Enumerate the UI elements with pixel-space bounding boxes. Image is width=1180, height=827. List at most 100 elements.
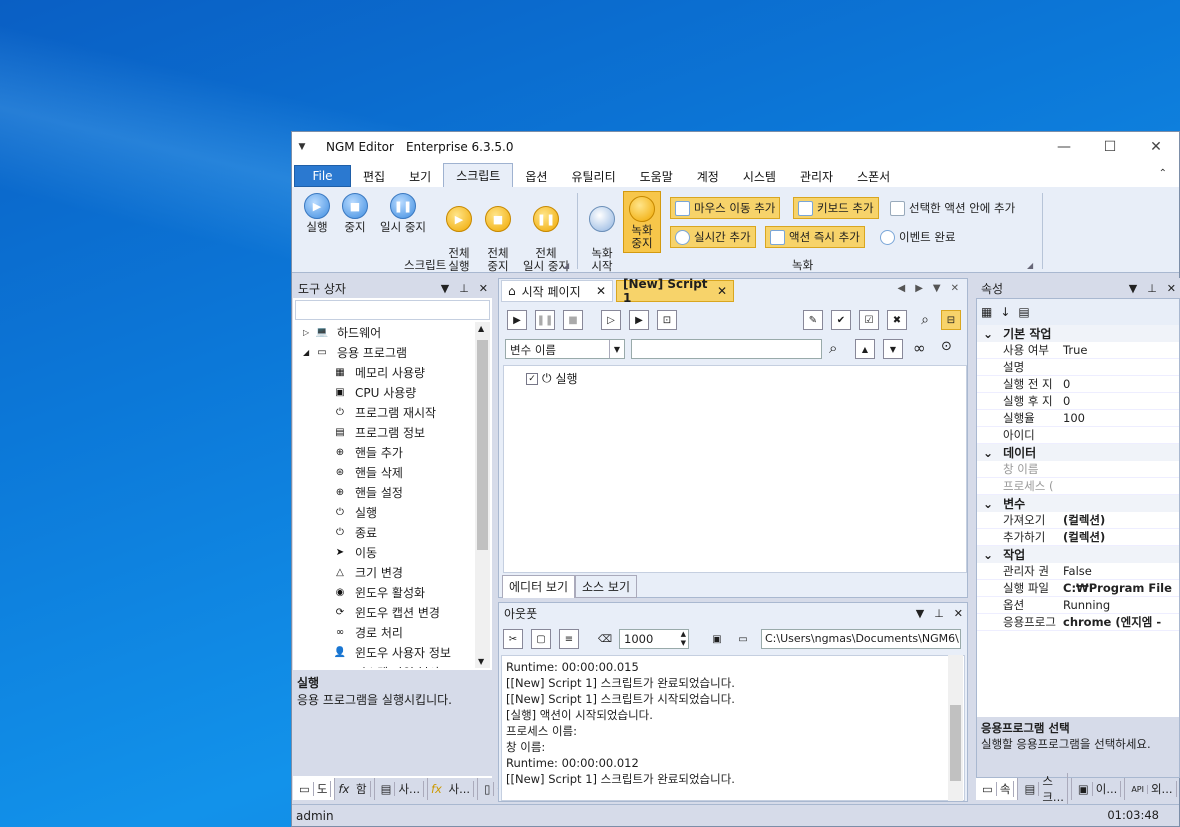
step-into-icon[interactable]: ▶ [629, 310, 649, 330]
collapse-ribbon-icon[interactable]: ⌃ [1159, 168, 1167, 179]
tree-item[interactable]: ⏻ 실행 [293, 502, 471, 522]
property-value[interactable]: C:₩Program File [1059, 581, 1179, 595]
tree-item[interactable]: 👤 윈도우 사용자 정보 [293, 642, 471, 662]
property-row[interactable]: 창 이름 [977, 461, 1179, 478]
arrow-down-icon[interactable]: ▼ [883, 339, 903, 359]
chart-icon[interactable]: ✎ [803, 310, 823, 330]
tab-image[interactable]: ▣ 이... [1072, 778, 1126, 800]
event-done-button[interactable]: 이벤트 완료 [876, 226, 960, 248]
run-all-button[interactable]: ▶ 전체 실행 [442, 193, 476, 286]
tree-item[interactable]: ⊕ 핸들 추가 [293, 442, 471, 462]
property-row[interactable]: 설명 [977, 359, 1179, 376]
property-row[interactable]: 실행 후 지 0 [977, 393, 1179, 410]
save-icon[interactable]: ▣ [707, 629, 727, 649]
script-canvas[interactable]: ✓ ⏻ 실행 [503, 365, 967, 573]
tab-editor-view[interactable]: 에디터 보기 [502, 575, 576, 598]
menu-file[interactable]: File [294, 165, 351, 187]
dropdown-icon[interactable]: ▼ [916, 607, 924, 620]
close-icon[interactable]: ✕ [951, 283, 959, 294]
property-row[interactable]: 응용프로그 chrome (엔지엠 - [977, 614, 1179, 631]
close-icon[interactable]: ✕ [954, 607, 963, 620]
tab-source-view[interactable]: 소스 보기 [575, 575, 637, 598]
close-button[interactable]: ✕ [1133, 132, 1179, 162]
add-mouse-move-button[interactable]: 마우스 이동 추가 [670, 197, 781, 219]
menu-utility[interactable]: 유틸리티 [559, 165, 627, 187]
property-row[interactable]: 가져오기 (컬렉션) [977, 512, 1179, 529]
step-play-icon[interactable]: ▷ [601, 310, 621, 330]
property-value[interactable]: True [1059, 343, 1179, 357]
menu-sponsor[interactable]: 스폰서 [845, 165, 902, 187]
property-value[interactable]: chrome (엔지엠 - [1059, 614, 1179, 630]
chevron-down-icon[interactable]: ⌄ [983, 327, 993, 341]
play-icon[interactable]: ▶ [507, 310, 527, 330]
stop-icon[interactable]: ■ [563, 310, 583, 330]
property-row[interactable]: 옵션 Running [977, 597, 1179, 614]
tree-item[interactable]: ⊛ 핸들 삭제 [293, 462, 471, 482]
tree-item[interactable]: ◢ ▭ 응용 프로그램 [293, 342, 471, 362]
close-tab-icon[interactable]: ✕ [717, 284, 727, 298]
variable-name-select[interactable]: 변수 이름 ▼ [505, 339, 625, 359]
scroll-down-icon[interactable]: ▼ [478, 657, 484, 666]
tree-item[interactable]: ▷ 💻 하드웨어 [293, 322, 471, 342]
scroll-up-icon[interactable]: ▲ [478, 324, 484, 333]
tab-user-1[interactable]: ▤ 사... [375, 778, 428, 800]
line-limit-stepper[interactable]: 1000 ▲ ▼ [619, 629, 689, 649]
pin-icon[interactable]: ⊥ [459, 282, 469, 295]
property-row[interactable]: 추가하기 (컬렉션) [977, 529, 1179, 546]
output-scrollbar[interactable] [948, 655, 963, 801]
tree-item[interactable]: △ 크기 변경 [293, 562, 471, 582]
tab-functions[interactable]: fx 함 [335, 778, 375, 800]
property-row[interactable]: 아이디 [977, 427, 1179, 444]
toolbox-search-input[interactable] [295, 300, 490, 320]
pause-icon[interactable]: ❚❚ [535, 310, 555, 330]
toolbox-scrollbar[interactable]: ▲ ▼ [475, 322, 490, 668]
variable-filter-input[interactable] [631, 339, 822, 359]
new-file-icon[interactable]: ▢ [531, 629, 551, 649]
search-icon[interactable]: ⌕ [915, 310, 935, 330]
tab-properties[interactable]: ▭ 속 [976, 778, 1019, 800]
property-row[interactable]: 사용 여부 True [977, 342, 1179, 359]
property-value[interactable]: (컬렉션) [1059, 512, 1179, 528]
pin-icon[interactable]: ⊥ [934, 607, 944, 620]
property-row[interactable]: 실행 파일 C:₩Program File [977, 580, 1179, 597]
tab-external[interactable]: API 외... [1125, 778, 1180, 800]
tree-item[interactable]: ▣ CPU 사용량 [293, 382, 471, 402]
maximize-button[interactable]: ☐ [1087, 132, 1133, 162]
dropdown-icon[interactable]: ▼ [1129, 282, 1137, 295]
menu-help[interactable]: 도움말 [628, 165, 685, 187]
property-value[interactable]: False [1059, 564, 1179, 578]
property-value[interactable]: 100 [1059, 411, 1179, 425]
property-row[interactable]: 실행 전 지 0 [977, 376, 1179, 393]
property-row[interactable]: 실행율 100 [977, 410, 1179, 427]
record-stop-button[interactable]: 녹화 중지 [623, 191, 661, 253]
menu-edit[interactable]: 편집 [351, 165, 397, 187]
stepper-arrows-icon[interactable]: ▲ ▼ [681, 630, 686, 648]
menu-system[interactable]: 시스템 [731, 165, 788, 187]
script-action-row[interactable]: ✓ ⏻ 실행 [526, 370, 578, 387]
record-start-button[interactable]: 녹화 시작 [585, 193, 619, 286]
tree-item[interactable]: ➤ 이동 [293, 542, 471, 562]
scroll-thumb[interactable] [950, 705, 961, 781]
add-action-now-button[interactable]: 액션 즉시 추가 [765, 226, 865, 248]
pause-all-button[interactable]: ❚❚ 전체 일시 중지 [518, 193, 574, 286]
action-checkbox[interactable]: ✓ [526, 372, 538, 385]
record-group-launcher-icon[interactable]: ◢ [1027, 261, 1033, 270]
tree-item[interactable]: ▦ 메모리 사용량 [293, 362, 471, 382]
add-keyboard-button[interactable]: 키보드 추가 [793, 197, 879, 219]
tree-item[interactable]: ⏻ 종료 [293, 522, 471, 542]
property-category[interactable]: ⌄ 작업 [977, 546, 1179, 563]
stop-all-button[interactable]: ■ 전체 중지 [481, 193, 515, 286]
property-category[interactable]: ⌄ 기본 작업 [977, 325, 1179, 342]
property-value[interactable]: 0 [1059, 394, 1179, 408]
tree-item[interactable]: ⊕ 핸들 설정 [293, 482, 471, 502]
tab-start-page[interactable]: ⌂ 시작 페이지 ✕ [501, 280, 613, 302]
infinity-icon[interactable]: ∞ [913, 339, 926, 357]
tree-expander-icon[interactable]: ◢ [303, 348, 315, 357]
dropdown-icon[interactable]: ▼ [441, 282, 449, 295]
pin-icon[interactable]: ⊥ [1147, 282, 1157, 295]
tree-view-icon[interactable]: ⊟ [941, 310, 961, 330]
close-tab-icon[interactable]: ✕ [596, 284, 606, 298]
property-row[interactable]: 관리자 권 False [977, 563, 1179, 580]
add-realtime-button[interactable]: 실시간 추가 [670, 226, 756, 248]
check-all-icon[interactable]: ☑ [859, 310, 879, 330]
